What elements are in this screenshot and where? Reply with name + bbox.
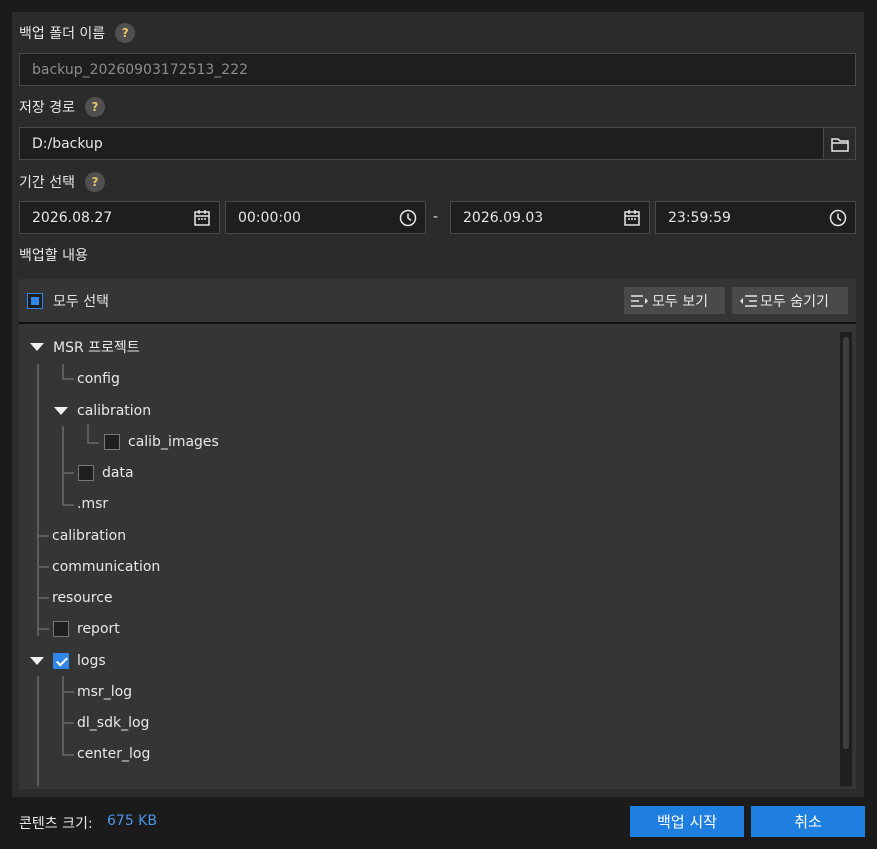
tree-item-msr-log[interactable]: msr_log [77, 681, 132, 703]
folder-name-label-row: 백업 폴더 이름 ? [19, 23, 136, 43]
calendar-icon[interactable] [193, 209, 211, 227]
tree-guide [62, 691, 74, 693]
tree-item-label: logs [77, 653, 106, 669]
tree-guide [37, 535, 49, 537]
collapse-all-label: 모두 숨기기 [760, 293, 829, 310]
caret-down-icon[interactable] [30, 657, 44, 665]
tree-item-report[interactable]: report [53, 618, 120, 640]
tree-guide [37, 676, 39, 786]
tree-item-communication[interactable]: communication [52, 556, 160, 578]
tree-item-center-log[interactable]: center_log [77, 743, 150, 765]
tree-item-dl-sdk-log[interactable]: dl_sdk_log [77, 712, 149, 734]
tree-guide [62, 504, 74, 506]
expand-all-button[interactable]: 모두 보기 [624, 287, 725, 314]
caret-down-icon[interactable] [30, 343, 44, 351]
end-date-input[interactable]: 2026.09.03 [450, 201, 650, 234]
save-path-label: 저장 경로 [19, 100, 75, 116]
start-date-value: 2026.08.27 [32, 209, 113, 226]
expand-all-label: 모두 보기 [652, 293, 708, 310]
tree-item-checkbox[interactable] [78, 465, 94, 481]
tree-rows: MSR 프로젝트 config calibration calib_images… [19, 326, 839, 786]
collapse-all-icon [740, 294, 757, 307]
tree-item-label: config [77, 371, 120, 387]
save-path-label-row: 저장 경로 ? [19, 97, 105, 117]
clock-icon[interactable] [829, 209, 847, 227]
tree-guide [87, 442, 99, 444]
start-time-input[interactable]: 00:00:00 [225, 201, 426, 234]
question-icon[interactable]: ? [84, 172, 105, 192]
clock-icon[interactable] [399, 209, 417, 227]
tree-item-logs[interactable]: logs [30, 650, 106, 672]
content-label: 백업할 내용 [19, 248, 88, 264]
tree-item-calibration[interactable]: calibration [52, 525, 126, 547]
end-time-value: 23:59:59 [668, 209, 731, 226]
expand-all-icon [631, 294, 648, 307]
question-icon[interactable]: ? [84, 97, 105, 117]
backup-content-tree: 모두 선택 모두 보기 모두 숨기기 MSR 프로젝트 config calib… [19, 279, 856, 789]
tree-item-label: msr_log [77, 684, 133, 700]
tree-guide [37, 524, 39, 636]
tree-item-label: calibration [77, 403, 152, 419]
tree-item-label: dl_sdk_log [77, 715, 150, 731]
tree-item-label: data [102, 465, 134, 481]
tree-item-checkbox[interactable] [53, 653, 69, 669]
tree-item-label: report [77, 621, 120, 637]
range-separator: - [433, 209, 439, 225]
tree-item-label: communication [52, 559, 161, 575]
save-path-value: D:/backup [32, 135, 103, 152]
tree-item-data[interactable]: data [78, 462, 134, 484]
tree-guide [62, 754, 74, 756]
tree-item-checkbox[interactable] [53, 621, 69, 637]
select-all-label[interactable]: 모두 선택 [53, 291, 109, 311]
tree-header: 모두 선택 모두 보기 모두 숨기기 [19, 279, 856, 324]
cancel-button[interactable]: 취소 [751, 806, 865, 837]
tree-guide [62, 378, 74, 380]
start-backup-button[interactable]: 백업 시작 [630, 806, 744, 837]
tree-item-calib-images[interactable]: calib_images [104, 431, 219, 453]
save-path-input[interactable]: D:/backup [19, 127, 856, 160]
tree-guide [37, 566, 49, 568]
tree-guide [62, 426, 64, 506]
tree-guide [37, 364, 39, 524]
select-all-checkbox[interactable] [27, 292, 43, 309]
folder-icon [830, 137, 849, 152]
tree-item-label: center_log [77, 746, 151, 762]
content-size-label: 콘텐츠 크기: [19, 816, 93, 832]
calendar-icon[interactable] [623, 209, 641, 227]
tree-guide [37, 597, 49, 599]
question-icon[interactable]: ? [115, 23, 136, 43]
period-label-row: 기간 선택 ? [19, 172, 105, 192]
end-time-input[interactable]: 23:59:59 [655, 201, 856, 234]
tree-scrollbar-thumb[interactable] [843, 337, 849, 749]
start-time-value: 00:00:00 [238, 209, 301, 226]
content-size-value: 675 KB [107, 813, 157, 829]
tree-item-checkbox[interactable] [104, 434, 120, 450]
tree-item-resource[interactable]: resource [52, 587, 113, 609]
tree-item-label: calib_images [128, 434, 219, 450]
tree-guide [62, 722, 74, 724]
folder-name-input[interactable]: backup_20260903172513_222 [19, 53, 856, 86]
end-date-value: 2026.09.03 [463, 209, 544, 226]
tree-item-label: calibration [52, 528, 127, 544]
tree-guide [62, 676, 64, 756]
tree-scrollbar[interactable] [840, 332, 852, 786]
tree-item-label: .msr [77, 496, 109, 512]
browse-folder-button[interactable] [823, 127, 856, 160]
folder-name-label: 백업 폴더 이름 [19, 26, 106, 42]
tree-guide [87, 424, 89, 444]
tree-item-calibration-sub[interactable]: calibration [54, 400, 151, 422]
tree-item-config[interactable]: config [77, 368, 120, 390]
caret-down-icon[interactable] [54, 407, 68, 415]
start-date-input[interactable]: 2026.08.27 [19, 201, 220, 234]
tree-item-label: MSR 프로젝트 [53, 340, 140, 356]
tree-item-msr-file[interactable]: .msr [77, 493, 108, 515]
tree-item-label: resource [52, 590, 113, 606]
tree-item-msr-project[interactable]: MSR 프로젝트 [30, 336, 140, 358]
period-label: 기간 선택 [19, 175, 75, 191]
tree-guide [37, 628, 49, 630]
collapse-all-button[interactable]: 모두 숨기기 [732, 287, 848, 314]
tree-guide [62, 472, 74, 474]
